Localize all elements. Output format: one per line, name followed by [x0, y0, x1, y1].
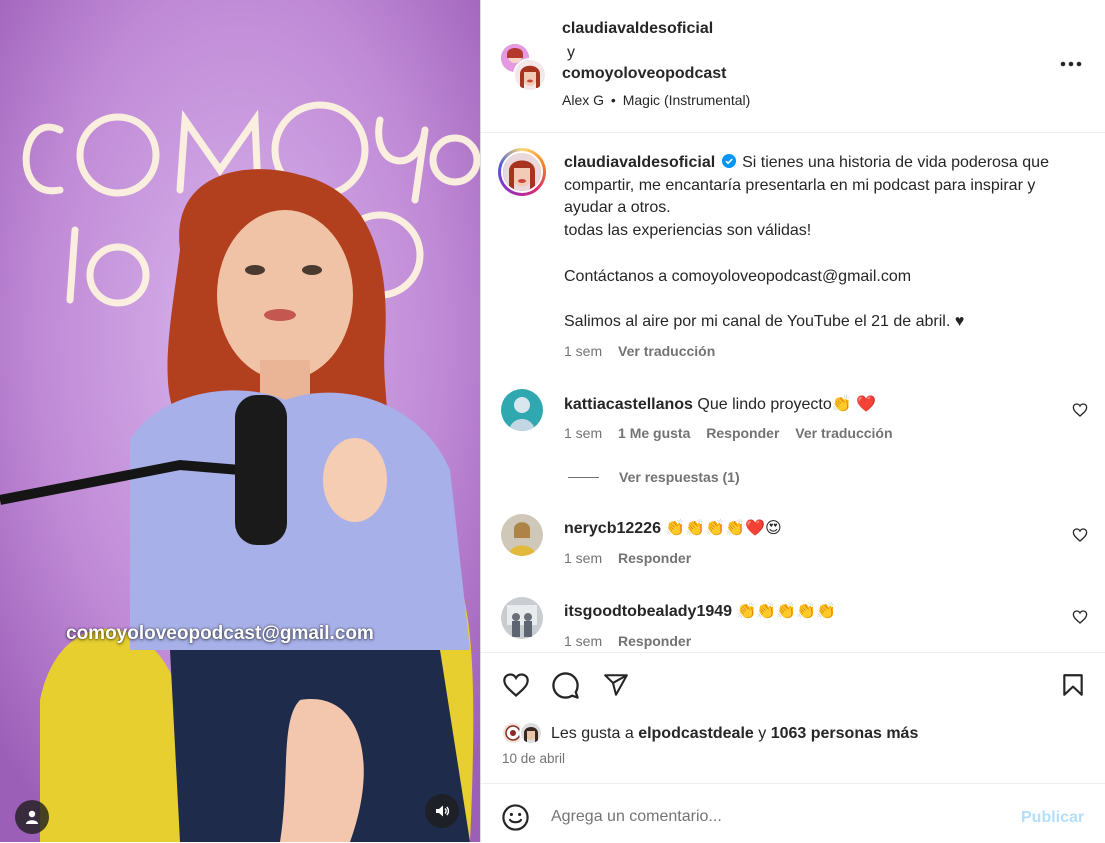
- comment-reply-button[interactable]: Responder: [706, 425, 779, 441]
- comment-reply-button[interactable]: Responder: [618, 550, 691, 566]
- comment-text: Que lindo proyecto👏 ❤️: [697, 396, 876, 413]
- comment-username[interactable]: nerycb12226: [564, 520, 661, 537]
- caption-line-4: Contáctanos a comoyoloveopodcast@gmail.c…: [564, 267, 912, 285]
- liker-avatar[interactable]: [519, 721, 543, 745]
- avatar: [515, 60, 545, 90]
- likes-user[interactable]: elpodcastdeale: [638, 725, 754, 742]
- speaker-icon: [436, 805, 450, 817]
- comment-meta: 1 sem 1 Me gusta Responder Ver traducció…: [564, 425, 905, 441]
- caption-username[interactable]: claudiavaldesoficial: [564, 154, 715, 171]
- mute-toggle-button[interactable]: [425, 794, 459, 828]
- video-frame: [0, 0, 480, 842]
- tagged-people-button[interactable]: [15, 800, 49, 834]
- post-header: claudiavaldesoficial y comoyoloveopodcas…: [481, 0, 1105, 133]
- likes-rest[interactable]: 1063 personas más: [771, 725, 919, 742]
- caption-author-avatar[interactable]: [501, 151, 543, 193]
- view-replies-label: Ver respuestas (1): [619, 469, 740, 485]
- comment-time[interactable]: 1 sem: [564, 550, 602, 566]
- author-2-avatar[interactable]: [513, 58, 547, 92]
- send-icon[interactable]: [602, 672, 630, 698]
- avatar: [521, 723, 541, 743]
- music-artist: Alex G: [562, 92, 605, 108]
- authors-joiner: y: [567, 44, 575, 61]
- post-details-panel: claudiavaldesoficial y comoyoloveopodcas…: [480, 0, 1105, 842]
- caption-translate-link[interactable]: Ver traducción: [618, 343, 715, 359]
- post-caption: claudiavaldesoficial Si tienes una histo…: [564, 152, 1064, 334]
- caption-meta: 1 sem Ver traducción: [564, 343, 727, 359]
- comment-body: itsgoodtobealady1949 👏👏👏👏👏: [564, 601, 836, 621]
- comment-meta: 1 sem Responder: [564, 550, 703, 566]
- comment-composer: Publicar: [481, 783, 1105, 843]
- comment-body: kattiacastellanos Que lindo proyecto👏 ❤️: [564, 394, 876, 414]
- likes-summary[interactable]: Les gusta a elpodcastdeale y 1063 person…: [551, 725, 918, 743]
- comment-username[interactable]: kattiacastellanos: [564, 396, 693, 413]
- music-track: Magic (Instrumental): [622, 92, 751, 108]
- view-replies-button[interactable]: Ver respuestas (1): [619, 469, 752, 485]
- comment-avatar[interactable]: [501, 597, 543, 639]
- likes-prefix: Les gusta a: [551, 725, 634, 742]
- heart-icon[interactable]: [1072, 527, 1088, 543]
- comment-translate-link[interactable]: Ver traducción: [795, 425, 892, 441]
- likes-joiner: y: [758, 725, 767, 742]
- bookmark-icon[interactable]: [1060, 671, 1086, 699]
- comment-time[interactable]: 1 sem: [564, 425, 602, 441]
- comment-text: 👏👏👏👏❤️😍: [665, 520, 782, 537]
- comment-reply-button[interactable]: Responder: [618, 633, 691, 649]
- audio-attribution[interactable]: Alex G • Magic (Instrumental): [562, 92, 750, 108]
- avatar: [503, 153, 541, 191]
- more-options-button[interactable]: [1057, 52, 1085, 76]
- comment-username[interactable]: itsgoodtobealady1949: [564, 603, 732, 620]
- comment-time[interactable]: 1 sem: [564, 633, 602, 649]
- comment-body: nerycb12226 👏👏👏👏❤️😍: [564, 518, 782, 538]
- comment-icon[interactable]: [551, 671, 580, 700]
- post-media[interactable]: comoyoloveopodcast@gmail.com: [0, 0, 480, 842]
- heart-icon[interactable]: [1072, 609, 1088, 625]
- comment-avatar[interactable]: [501, 514, 543, 556]
- comment-meta: 1 sem Responder: [564, 633, 703, 649]
- comment-text: 👏👏👏👏👏: [736, 603, 837, 620]
- author-1-username[interactable]: claudiavaldesoficial: [562, 20, 713, 38]
- caption-line-6: Salimos al aire por mi canal de YouTube …: [564, 312, 965, 330]
- comment-avatar[interactable]: [501, 389, 543, 431]
- post-actions: Les gusta a elpodcastdeale y 1063 person…: [481, 652, 1105, 766]
- avatar: [501, 514, 543, 556]
- replies-divider: [568, 477, 599, 478]
- music-separator: •: [610, 92, 616, 108]
- person-icon: [26, 810, 38, 824]
- verified-badge-icon: [721, 154, 736, 168]
- publish-button[interactable]: Publicar: [1021, 809, 1084, 827]
- comment-likes-count[interactable]: 1 Me gusta: [618, 425, 690, 441]
- caption-line-2: todas las experiencias son válidas!: [564, 222, 812, 240]
- heart-icon[interactable]: [501, 671, 531, 699]
- post-date[interactable]: 10 de abril: [502, 751, 565, 766]
- caption-time[interactable]: 1 sem: [564, 343, 602, 359]
- emoji-icon[interactable]: [501, 803, 530, 832]
- more-horizontal-icon: [1060, 61, 1082, 67]
- avatar: [501, 389, 543, 431]
- comment-input[interactable]: [551, 802, 991, 832]
- heart-icon[interactable]: [1072, 402, 1088, 418]
- avatar: [501, 597, 543, 639]
- author-2-username[interactable]: comoyoloveopodcast: [562, 65, 726, 83]
- video-overlay-email: comoyoloveopodcast@gmail.com: [66, 623, 374, 644]
